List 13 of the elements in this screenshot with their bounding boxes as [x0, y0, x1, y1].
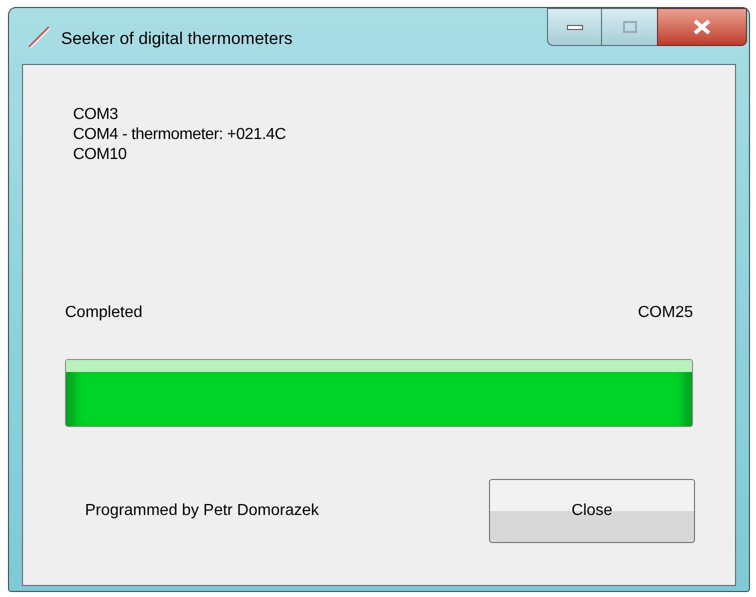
port-line: COM4 - thermometer: +021.4C: [73, 125, 287, 145]
close-dialog-button[interactable]: Close: [489, 479, 695, 543]
status-label: Completed: [65, 303, 142, 323]
window-title: Seeker of digital thermometers: [61, 28, 292, 50]
minimize-button[interactable]: [547, 8, 602, 46]
port-line: COM10: [73, 145, 128, 165]
pencil-icon: [27, 25, 51, 49]
maximize-button[interactable]: [602, 8, 657, 46]
close-button[interactable]: [657, 8, 747, 46]
credit-text: Programmed by Petr Domorazek: [85, 501, 319, 521]
close-icon: [693, 19, 711, 35]
port-line: COM3: [73, 105, 120, 125]
current-port: COM25: [638, 303, 693, 323]
